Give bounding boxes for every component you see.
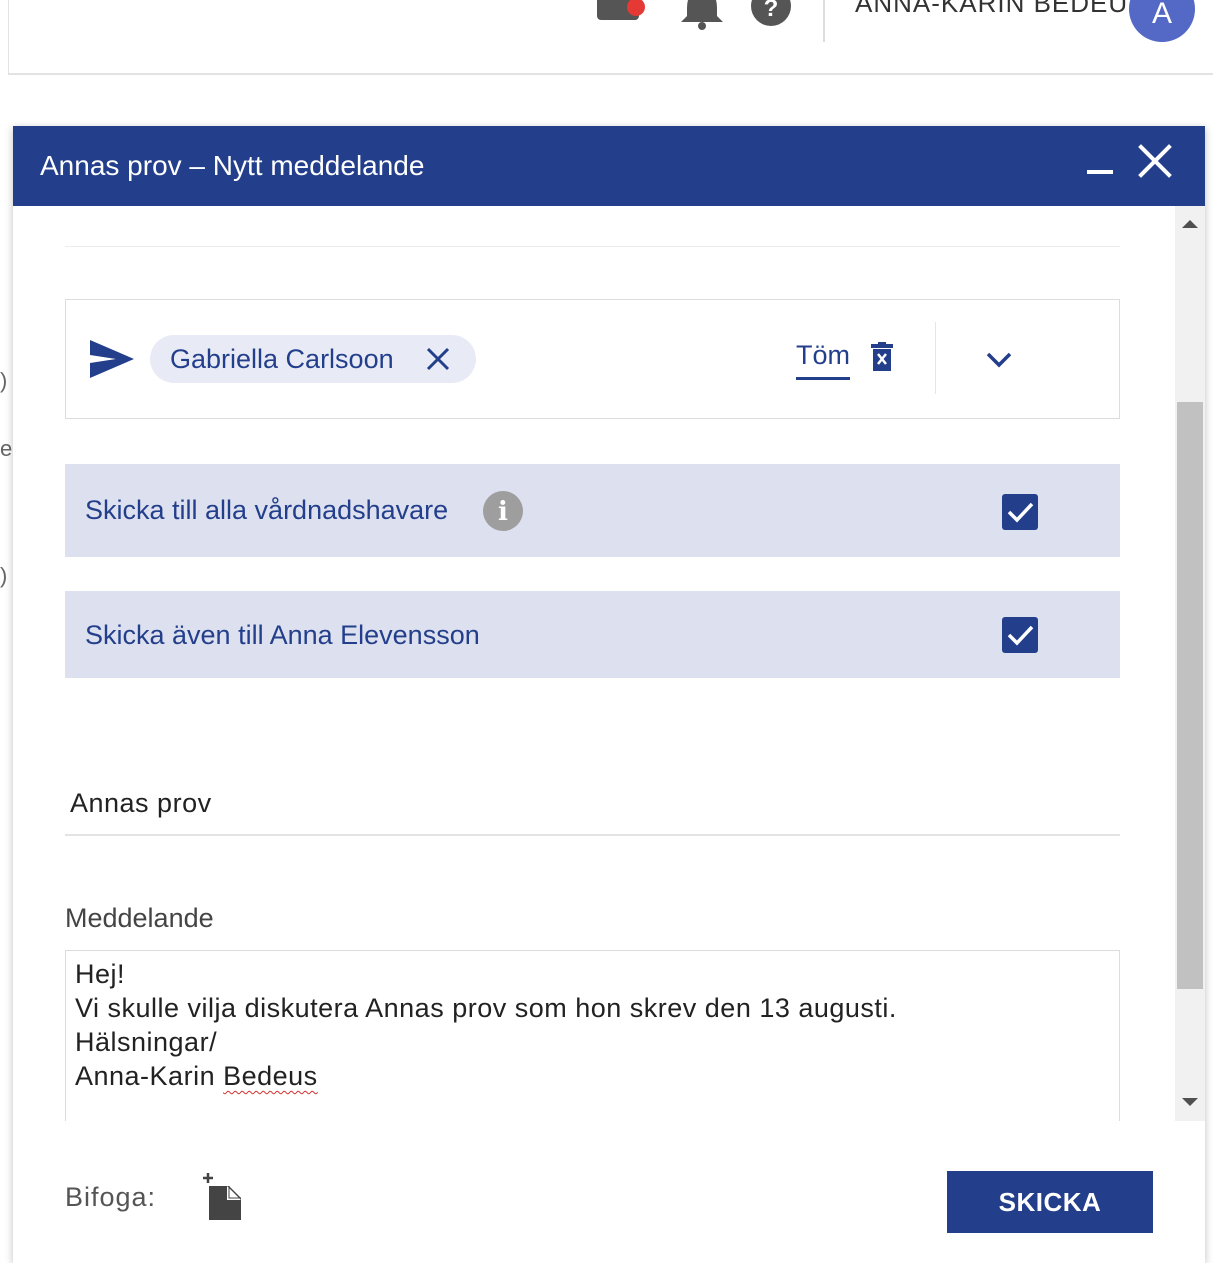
check-icon	[1007, 625, 1034, 646]
send-to-student-checkbox[interactable]	[1002, 617, 1038, 653]
send-to-all-guardians-option[interactable]: Skicka till alla vårdnadshavare i	[65, 464, 1120, 557]
scroll-down-arrow[interactable]	[1182, 1098, 1198, 1106]
send-icon	[90, 340, 134, 378]
scrollbar[interactable]	[1175, 206, 1205, 1121]
attach-label: Bifoga:	[65, 1182, 157, 1212]
bell-icon[interactable]	[677, 0, 727, 30]
close-icon[interactable]	[1137, 143, 1173, 179]
background-page-fragment: e	[0, 436, 13, 461]
background-page-fragment: )	[0, 368, 8, 393]
recipient-chip[interactable]: Gabriella Carlsoon	[150, 335, 476, 383]
misspelled-word[interactable]: Bedeus	[223, 1061, 318, 1091]
message-line: Hälsningar/	[75, 1027, 218, 1057]
send-to-all-guardians-checkbox[interactable]	[1002, 494, 1038, 530]
info-icon[interactable]: i	[483, 491, 523, 531]
new-message-dialog: Annas prov – Nytt meddelande Gabriella C…	[13, 126, 1205, 1263]
avatar[interactable]: A	[1129, 0, 1195, 42]
divider	[935, 322, 936, 394]
option-label: Skicka även till Anna Elevensson	[85, 620, 480, 650]
user-name[interactable]: ANNA-KARIN BEDEUS	[855, 0, 1147, 19]
subject-field[interactable]: Annas prov	[65, 766, 1120, 836]
send-to-student-option[interactable]: Skicka även till Anna Elevensson	[65, 591, 1120, 678]
message-label: Meddelande	[65, 903, 214, 933]
chevron-down-icon[interactable]	[986, 352, 1012, 368]
subject-value: Annas prov	[70, 788, 212, 818]
recipient-chip-label: Gabriella Carlsoon	[170, 344, 394, 374]
remove-recipient-icon[interactable]	[425, 346, 451, 372]
scroll-up-arrow[interactable]	[1182, 220, 1198, 228]
send-button[interactable]: SKICKA	[947, 1171, 1153, 1233]
signature-first: Anna-Karin	[75, 1061, 216, 1091]
message-line: Hej!	[75, 959, 126, 989]
mail-icon[interactable]	[597, 0, 645, 20]
option-label: Skicka till alla vårdnadshavare	[85, 495, 449, 525]
help-icon[interactable]: ?	[751, 0, 791, 26]
scrollbar-thumb[interactable]	[1177, 402, 1203, 989]
trash-icon[interactable]	[870, 342, 894, 372]
message-textarea[interactable]: Hej! Vi skulle vilja diskutera Annas pro…	[65, 950, 1120, 1121]
dialog-header: Annas prov – Nytt meddelande	[13, 126, 1205, 206]
message-line: Vi skulle vilja diskutera Annas prov som…	[75, 993, 897, 1023]
message-line: Anna-Karin Bedeus	[75, 1061, 318, 1092]
minimize-icon[interactable]	[1087, 170, 1113, 174]
check-icon	[1007, 502, 1034, 523]
notification-dot	[627, 0, 645, 16]
dialog-title: Annas prov – Nytt meddelande	[40, 150, 425, 181]
clear-recipients-button[interactable]: Töm	[796, 340, 850, 380]
topbar-divider	[823, 0, 825, 42]
attach-file-icon[interactable]	[199, 1172, 245, 1222]
divider	[65, 246, 1120, 247]
recipients-field[interactable]: Gabriella Carlsoon Töm	[65, 299, 1120, 419]
dialog-scroll-area[interactable]: Gabriella Carlsoon Töm Skicka till alla …	[13, 206, 1205, 1121]
app-top-bar: ? ANNA-KARIN BEDEUS A	[8, 0, 1213, 75]
background-page-fragment: )	[0, 563, 8, 588]
